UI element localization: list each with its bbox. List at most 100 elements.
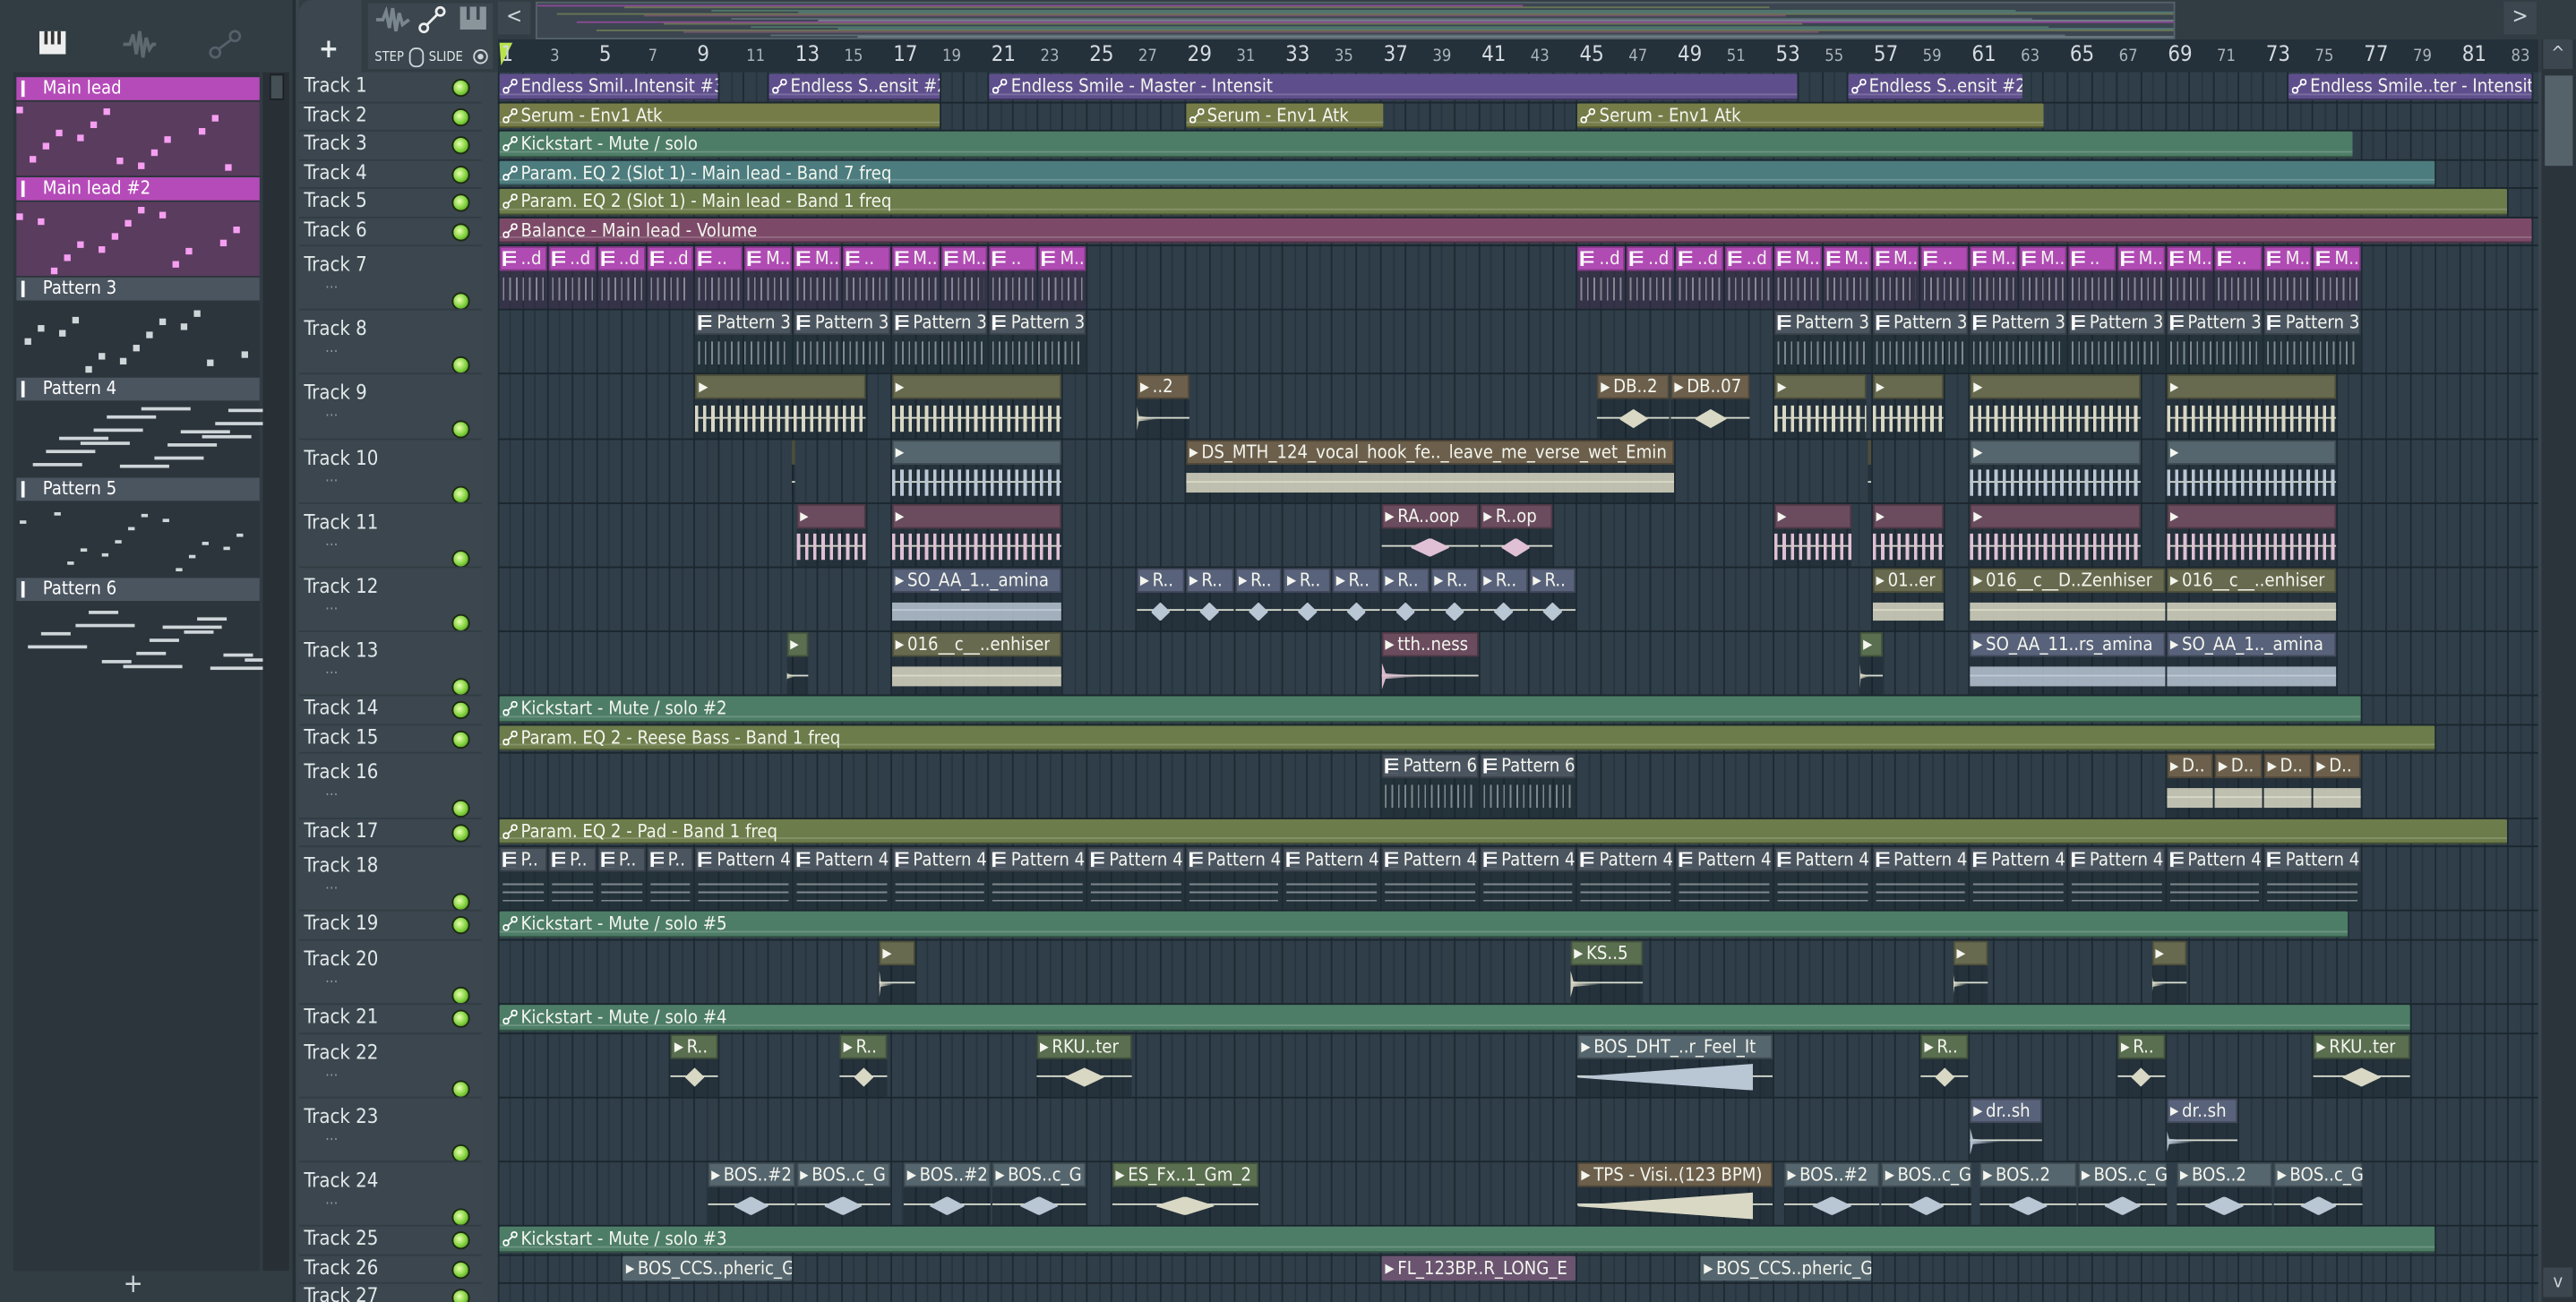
audio-clip[interactable]: ▶ R.. — [1234, 568, 1283, 631]
ruler-bar-number[interactable]: 49 — [1678, 43, 1702, 68]
track-mute-led[interactable] — [451, 730, 470, 749]
automation-clip[interactable]: Serum - Env1 Atk — [1185, 102, 1383, 129]
pattern-clip[interactable]: M.. — [2166, 246, 2214, 310]
ruler-bar-number[interactable]: 11 — [746, 47, 765, 65]
audio-clip[interactable]: ▶ BOS..#2 — [708, 1161, 794, 1225]
audio-clip[interactable]: ▶ R.. — [1284, 568, 1332, 631]
audio-clip[interactable]: ▶ ..2 — [1137, 374, 1189, 438]
ruler-bar-number[interactable]: 13 — [795, 43, 820, 68]
pattern-clip[interactable]: ..d — [1627, 246, 1675, 310]
ruler-bar-number[interactable]: 1 — [501, 43, 513, 68]
step-toggle[interactable] — [408, 47, 425, 68]
automation-clip[interactable]: Kickstart - Mute / solo #5 — [499, 912, 2348, 938]
ruler-bar-number[interactable]: 53 — [1775, 43, 1799, 68]
ruler-bar-number[interactable]: 25 — [1089, 43, 1113, 68]
audio-clip[interactable]: ▶ TPS - Visi..(123 BPM) — [1577, 1161, 1773, 1225]
pattern-clip[interactable]: Pattern 3 — [1872, 310, 1969, 373]
ruler-bar-number[interactable]: 19 — [942, 47, 961, 65]
scroll-right-button[interactable]: > — [2503, 1, 2537, 35]
audio-clip[interactable]: ▶ R.. — [1185, 568, 1233, 631]
audio-clip[interactable]: ▶ DS_MTH_124_vocal_hook_fe.._leave_me_ver… — [1185, 439, 1675, 502]
audio-clip[interactable]: ▶ R.. — [1381, 568, 1430, 631]
automation-icon[interactable] — [417, 5, 447, 35]
audio-clip[interactable]: ▶ RA..oop — [1381, 503, 1479, 567]
audio-clip[interactable]: ▶ BOS..#2 — [904, 1161, 991, 1225]
automation-clip[interactable]: Param. EQ 2 (Slot 1) - Main lead - Band … — [499, 159, 2434, 186]
audio-wave-icon[interactable] — [122, 30, 158, 59]
pattern-clip[interactable]: M.. — [1970, 246, 2018, 310]
pattern-clip[interactable]: .. — [695, 246, 743, 310]
pattern-clip[interactable]: .. — [2068, 246, 2116, 310]
piano-roll-icon[interactable] — [459, 6, 486, 30]
pattern-clip[interactable]: Pattern 3 — [2166, 310, 2263, 373]
ruler-bar-number[interactable]: 41 — [1481, 43, 1506, 68]
ruler-bar-number[interactable]: 5 — [599, 43, 612, 68]
pattern-clip[interactable]: Pattern 4 — [1185, 847, 1283, 911]
automation-clip[interactable]: Kickstart - Mute / solo #2 — [499, 697, 2361, 723]
audio-clip[interactable]: ▶ 016__c__..enhiser — [891, 632, 1062, 696]
audio-clip[interactable]: ▶ — [879, 940, 914, 1004]
pattern-clip[interactable]: M.. — [2117, 246, 2165, 310]
track-name[interactable]: Track 7 — [304, 253, 366, 276]
ruler-bar-number[interactable]: 69 — [2168, 43, 2192, 68]
ruler-bar-number[interactable]: 73 — [2266, 43, 2290, 68]
track-name[interactable]: Track 17 — [304, 818, 378, 842]
audio-clip[interactable]: ▶ R.. — [2117, 1033, 2165, 1097]
ruler-bar-number[interactable]: 63 — [2021, 47, 2039, 65]
audio-clip[interactable]: ▶ R.. — [1920, 1033, 1969, 1097]
scroll-left-button[interactable]: < — [497, 1, 531, 35]
pattern-clip[interactable]: M.. — [2313, 246, 2361, 310]
track-name[interactable]: Track 12 — [304, 575, 378, 598]
track-name[interactable]: Track 19 — [304, 912, 378, 935]
audio-clip[interactable]: ▶ BOS..c_G — [1882, 1161, 1971, 1225]
ruler-bar-number[interactable]: 35 — [1335, 47, 1353, 65]
track-name[interactable]: Track 27 — [304, 1284, 378, 1302]
audio-clip[interactable]: ▶ SO_AA_1.._amina — [891, 568, 1062, 631]
audio-clip[interactable]: ▶ R.. — [1137, 568, 1184, 631]
audio-clip[interactable]: ▶ — [891, 374, 1062, 438]
audio-clip[interactable]: ▶ BOS..c_G — [2273, 1161, 2364, 1225]
audio-clip[interactable]: ▶ D.. — [2215, 754, 2263, 818]
track-mute-led[interactable] — [451, 823, 470, 842]
track-name[interactable]: Track 15 — [304, 725, 378, 749]
audio-clip[interactable]: ▶ — [791, 439, 794, 502]
pattern-item[interactable]: Pattern 5 — [16, 477, 260, 575]
playlist-overview[interactable] — [535, 1, 2176, 40]
pattern-clip[interactable]: P.. — [499, 847, 547, 911]
audio-clip[interactable]: ▶ D.. — [2313, 754, 2361, 818]
ruler-bar-number[interactable]: 47 — [1628, 47, 1647, 65]
automation-clip[interactable]: Kickstart - Mute / solo #4 — [499, 1005, 2410, 1031]
pattern-clip[interactable]: .. — [989, 246, 1037, 310]
track-mute-led[interactable] — [451, 292, 470, 311]
track-name[interactable]: Track 13 — [304, 639, 378, 663]
automation-clip[interactable]: Serum - Env1 Atk — [499, 102, 940, 129]
track-mute-led[interactable] — [451, 986, 470, 1005]
audio-clip[interactable]: ▶ RKU..ter — [2313, 1033, 2410, 1097]
pattern-clip[interactable]: Pattern 3 — [989, 310, 1086, 373]
track-mute-led[interactable] — [451, 107, 470, 126]
pattern-clip[interactable]: P.. — [548, 847, 597, 911]
playlist-grid[interactable]: Endless Smil..Intensit #3 Endless S..ensi… — [497, 72, 2538, 1302]
automation-clip[interactable]: Endless Smile..ter - Intensit — [2288, 73, 2533, 99]
automation-clip[interactable]: Endless Smile - Master - Intensit — [989, 73, 1798, 99]
track-name[interactable]: Track 9 — [304, 381, 366, 405]
pattern-item[interactable]: Pattern 4 — [16, 377, 278, 475]
pattern-clip[interactable]: M.. — [891, 246, 940, 310]
track-mute-led[interactable] — [451, 1009, 470, 1028]
audio-clip[interactable]: ▶ D.. — [2166, 754, 2214, 818]
audio-clip[interactable]: ▶ 016__c__..enhiser — [2166, 568, 2337, 631]
audio-clip[interactable]: ▶ — [1970, 503, 2141, 567]
audio-clip[interactable]: ▶ — [2166, 503, 2337, 567]
audio-clip[interactable]: ▶ FL_123BP..R_LONG_E — [1381, 1255, 1576, 1281]
pattern-clip[interactable]: M.. — [793, 246, 841, 310]
ruler-bar-number[interactable]: 21 — [992, 43, 1016, 68]
add-track-button[interactable]: + — [298, 0, 362, 73]
track-name[interactable]: Track 11 — [304, 510, 378, 534]
pattern-clip[interactable]: Pattern 4 — [1676, 847, 1773, 911]
pattern-clip[interactable]: .. — [1920, 246, 1969, 310]
ruler-bar-number[interactable]: 29 — [1188, 43, 1212, 68]
track-mute-led[interactable] — [451, 165, 470, 184]
audio-clip[interactable]: ▶ — [1773, 503, 1851, 567]
track-mute-led[interactable] — [451, 701, 470, 720]
pattern-clip[interactable]: M.. — [1872, 246, 1919, 310]
